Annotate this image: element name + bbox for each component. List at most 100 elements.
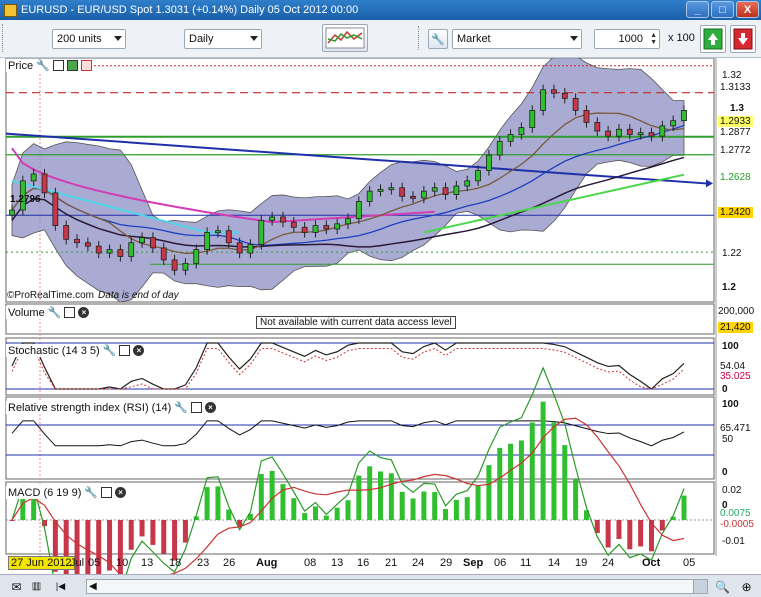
toolbar-separator [418, 26, 422, 50]
minimize-button[interactable]: _ [686, 1, 709, 18]
rsi-value-tag: 65.471 [718, 423, 753, 434]
window-icon[interactable] [52, 60, 64, 71]
copyright-text: ©ProRealTime.com [7, 290, 95, 301]
date-label: 24 [412, 557, 425, 569]
candle-down [41, 173, 48, 194]
scroll-start-icon[interactable]: |◀ [52, 578, 69, 595]
date-label: 05 [683, 557, 696, 569]
macd-bar-negative [605, 520, 611, 548]
order-settings-button[interactable]: 🔧 [428, 29, 448, 49]
macd-bar-positive [388, 473, 394, 520]
macd-bar-positive [562, 445, 568, 520]
envelope-icon[interactable]: ✉ [8, 578, 25, 595]
wrench-icon[interactable]: 🔧 [84, 486, 98, 499]
macd-bar-negative [9, 520, 15, 521]
candle-up [420, 190, 427, 199]
window-icon[interactable] [101, 487, 113, 498]
macd-bar-negative [128, 520, 134, 550]
close-icon[interactable]: × [133, 345, 145, 356]
date-label: 23 [197, 557, 210, 569]
zoom-fit-icon[interactable]: 🔍 [714, 578, 731, 595]
sell-button[interactable] [730, 25, 756, 53]
window-icon[interactable] [190, 402, 202, 413]
macd-bar-positive [486, 465, 492, 520]
chart-type-icon[interactable]: ▥ [28, 578, 45, 595]
macd-bar-negative [150, 520, 156, 545]
quantity-stepper[interactable]: 1000 ▲ ▼ [594, 29, 660, 49]
macd-axis-tick: 0.02 [722, 485, 742, 496]
buy-button[interactable] [700, 25, 726, 53]
window-icon[interactable] [119, 345, 131, 356]
macd-bar-positive [443, 508, 449, 520]
candle-up [9, 209, 15, 216]
time-scrollbar[interactable]: ◀ [86, 579, 708, 594]
candle-up [355, 201, 362, 220]
macd-bar-positive [399, 491, 405, 520]
maximize-button[interactable]: □ [711, 1, 734, 18]
rsi-axis-tick: 50 [722, 434, 734, 445]
chevron-down-icon [570, 36, 578, 41]
price-tag-ma: 1.2933 [718, 116, 753, 127]
wrench-icon: 🔧 [431, 33, 445, 46]
macd-bar-positive [345, 500, 351, 520]
indicators-button[interactable] [322, 24, 368, 52]
close-icon[interactable]: × [78, 307, 90, 318]
macd-bar-positive [302, 513, 308, 520]
candle-up [345, 218, 351, 225]
macd-bar-negative [616, 520, 622, 539]
left-price-readout: 1.2796 [10, 194, 41, 205]
date-label: Jul [70, 557, 85, 569]
candle-down [410, 195, 416, 199]
up-arrow-icon[interactable] [66, 60, 78, 71]
units-select[interactable]: 200 units [52, 29, 126, 49]
candle-down [605, 130, 612, 137]
candle-down [301, 226, 308, 233]
candle-down [52, 192, 59, 226]
chevron-down-icon [114, 36, 122, 41]
window-title-bar: EURUSD - EUR/USD Spot 1.3031 (+0.14%) Da… [0, 0, 761, 20]
wrench-icon[interactable]: 🔧 [103, 344, 117, 357]
zoom-in-icon[interactable]: ⊕ [738, 578, 755, 595]
price-tag-trend: 1.2628 [718, 172, 753, 183]
macd-bar-positive [475, 485, 481, 520]
period-select[interactable]: Daily [184, 29, 262, 49]
toolbar-grip[interactable] [2, 24, 8, 52]
macd-bar-positive [453, 499, 459, 520]
app-icon [4, 3, 17, 17]
delete-icon[interactable] [80, 60, 92, 71]
macd-panel-header: MACD (6 19 9) 🔧 × [6, 486, 129, 499]
wrench-icon[interactable]: 🔧 [174, 401, 188, 414]
candle-up [540, 89, 546, 111]
window-title: EURUSD - EUR/USD Spot 1.3031 (+0.14%) Da… [21, 4, 359, 16]
close-button[interactable]: X [736, 1, 759, 18]
rsi-axis-tick: 0 [722, 467, 728, 478]
wrench-icon[interactable]: 🔧 [48, 306, 62, 319]
period-select-value: Daily [189, 33, 214, 45]
candle-up [507, 134, 514, 142]
volume-unavailable-notice: Not available with current data access l… [256, 316, 456, 329]
macd-bar-negative [182, 520, 188, 543]
date-label: 11 [520, 557, 532, 569]
chevron-down-icon [250, 36, 258, 41]
stepper-arrows-icon[interactable]: ▲ ▼ [650, 32, 657, 46]
wrench-icon[interactable]: 🔧 [36, 59, 50, 72]
candle-up [366, 190, 373, 202]
macd-bar-negative [627, 520, 633, 550]
date-label: 10 [116, 557, 129, 569]
scroll-left-icon[interactable]: ◀ [89, 581, 97, 592]
cursor-date-label: 27 Jun 2012 [8, 556, 75, 570]
scrollbar-thumb[interactable] [693, 580, 707, 593]
multiplier-label: x 100 [668, 32, 695, 44]
close-icon[interactable]: × [115, 487, 127, 498]
close-icon[interactable]: × [204, 402, 216, 413]
order-type-select[interactable]: Market [452, 29, 582, 49]
candle-up [128, 242, 135, 257]
sell-icon [733, 28, 753, 50]
window-icon[interactable] [64, 307, 76, 318]
date-label: Sep [463, 557, 484, 569]
candle-up [258, 219, 265, 245]
stochastic-panel-header: Stochastic (14 3 5) 🔧 × [6, 344, 147, 357]
macd-bar-positive [573, 479, 579, 520]
chart-toolbar: 200 units Daily 🔧 Market 1000 ▲ ▼ x 100 [0, 20, 761, 58]
price-axis-tick: 1.32 [722, 70, 742, 81]
